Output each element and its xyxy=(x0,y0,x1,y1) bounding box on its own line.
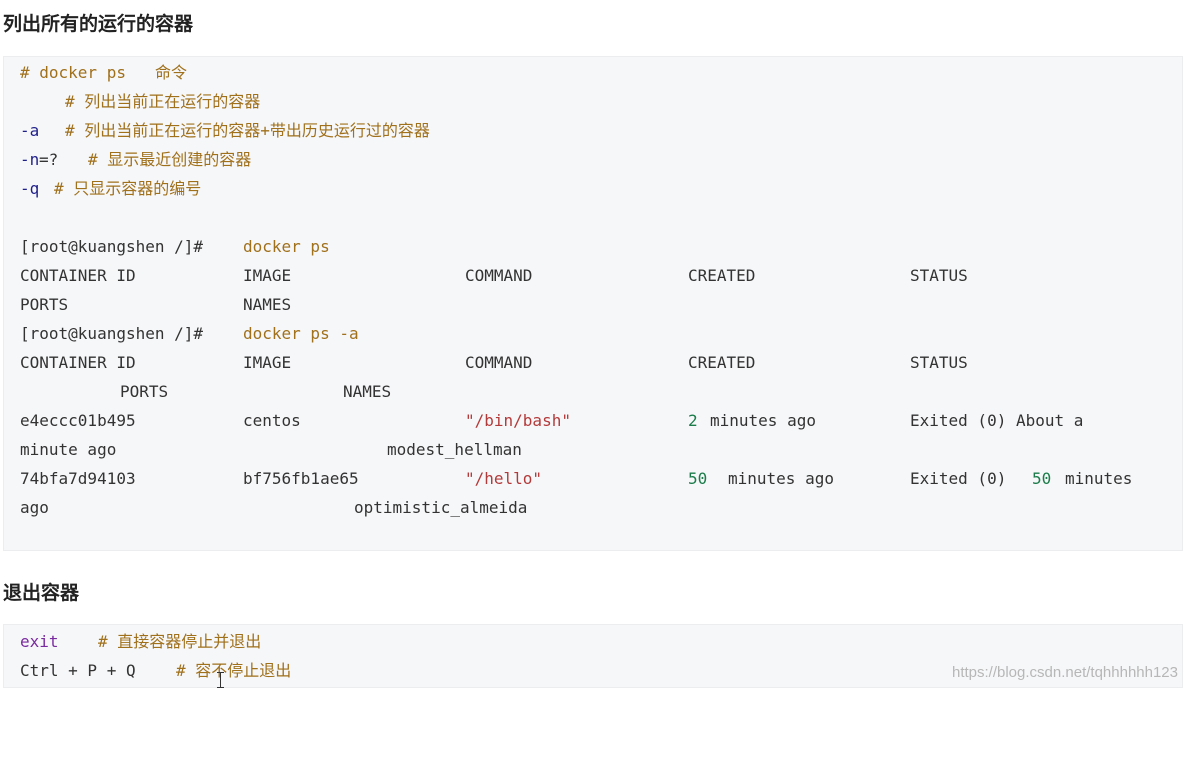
shell-prompt: [root@kuangshen /]# xyxy=(20,324,204,343)
code-comment: # 容不停止退出 xyxy=(176,661,292,680)
column-header: IMAGE xyxy=(243,353,292,372)
code-comment: # docker ps xyxy=(20,63,126,82)
code-flag: -q xyxy=(20,179,40,198)
column-header: STATUS xyxy=(910,353,968,372)
code-comment: # 直接容器停止并退出 xyxy=(98,632,262,651)
column-header: COMMAND xyxy=(465,266,533,285)
column-header: STATUS xyxy=(910,266,968,285)
code-comment: 命令 xyxy=(155,63,188,82)
code-line: CONTAINER ID IMAGE COMMAND CREATED STATU… xyxy=(20,261,1182,290)
text-cursor-icon xyxy=(217,672,227,688)
code-line: [root@kuangshen /]# docker ps xyxy=(20,232,1182,261)
created-text: minutes ago xyxy=(710,411,816,430)
table-row-wrap: ago optimistic_almeida xyxy=(20,493,1182,522)
column-header: NAMES xyxy=(243,295,292,314)
code-operator: =? xyxy=(39,150,59,169)
code-line: PORTS NAMES xyxy=(20,290,1182,319)
container-image: centos xyxy=(243,411,301,430)
column-header: CREATED xyxy=(688,266,756,285)
code-block-docker-ps[interactable]: # docker ps 命令 # 列出当前正在运行的容器 -a # 列出当前正在… xyxy=(3,56,1183,551)
column-header: PORTS xyxy=(120,382,169,401)
container-name: optimistic_almeida xyxy=(354,498,528,517)
status-number: 50 xyxy=(1032,469,1052,488)
code-keyword: exit xyxy=(20,632,59,651)
code-line: -n =? # 显示最近创建的容器 xyxy=(20,145,1182,174)
shell-command: docker ps -a xyxy=(243,324,359,343)
code-line: # 列出当前正在运行的容器 xyxy=(20,87,1182,116)
column-header: CONTAINER ID xyxy=(20,266,136,285)
key-combo: Ctrl + P + Q xyxy=(20,661,136,680)
code-comment: # 只显示容器的编号 xyxy=(54,179,202,198)
created-number: 2 xyxy=(688,411,698,430)
code-comment: # 列出当前正在运行的容器+带出历史运行过的容器 xyxy=(65,121,430,140)
container-command: "/hello" xyxy=(465,469,543,488)
container-status-wrap: ago xyxy=(20,498,49,517)
container-command: "/bin/bash" xyxy=(465,411,571,430)
section-title-exit-container: 退出容器 xyxy=(3,582,80,604)
container-status: minutes xyxy=(1065,469,1133,488)
code-flag: -a xyxy=(20,121,40,140)
code-line: PORTS NAMES xyxy=(20,377,1182,406)
code-line: CONTAINER ID IMAGE COMMAND CREATED STATU… xyxy=(20,348,1182,377)
table-row-wrap: minute ago modest_hellman xyxy=(20,435,1182,464)
created-number: 50 xyxy=(688,469,708,488)
container-status: Exited (0) xyxy=(910,469,1007,488)
column-header: NAMES xyxy=(343,382,392,401)
code-line: -q # 只显示容器的编号 xyxy=(20,174,1182,203)
shell-command: docker ps xyxy=(243,237,330,256)
column-header: CREATED xyxy=(688,353,756,372)
code-line: exit # 直接容器停止并退出 xyxy=(20,627,1182,656)
column-header: PORTS xyxy=(20,295,69,314)
container-name: modest_hellman xyxy=(387,440,522,459)
code-line: # docker ps 命令 xyxy=(20,58,1182,87)
section-title-list-containers: 列出所有的运行的容器 xyxy=(3,13,194,35)
table-row: 74bfa7d94103 bf756fb1ae65 "/hello" 50 mi… xyxy=(20,464,1182,493)
column-header: CONTAINER ID xyxy=(20,353,136,372)
table-row: e4eccc01b495 centos "/bin/bash" 2 minute… xyxy=(20,406,1182,435)
shell-prompt: [root@kuangshen /]# xyxy=(20,237,204,256)
code-line: -a # 列出当前正在运行的容器+带出历史运行过的容器 xyxy=(20,116,1182,145)
container-id: e4eccc01b495 xyxy=(20,411,136,430)
code-line: [root@kuangshen /]# docker ps -a xyxy=(20,319,1182,348)
created-text: minutes ago xyxy=(728,469,834,488)
container-id: 74bfa7d94103 xyxy=(20,469,136,488)
code-comment: # 显示最近创建的容器 xyxy=(88,150,252,169)
container-status-wrap: minute ago xyxy=(20,440,117,459)
container-status: Exited (0) About a xyxy=(910,411,1084,430)
container-image: bf756fb1ae65 xyxy=(243,469,359,488)
code-comment: # 列出当前正在运行的容器 xyxy=(65,92,261,111)
watermark: https://blog.csdn.net/tqhhhhhh123 xyxy=(951,664,1178,681)
column-header: IMAGE xyxy=(243,266,292,285)
column-header: COMMAND xyxy=(465,353,533,372)
code-flag: -n xyxy=(20,150,40,169)
